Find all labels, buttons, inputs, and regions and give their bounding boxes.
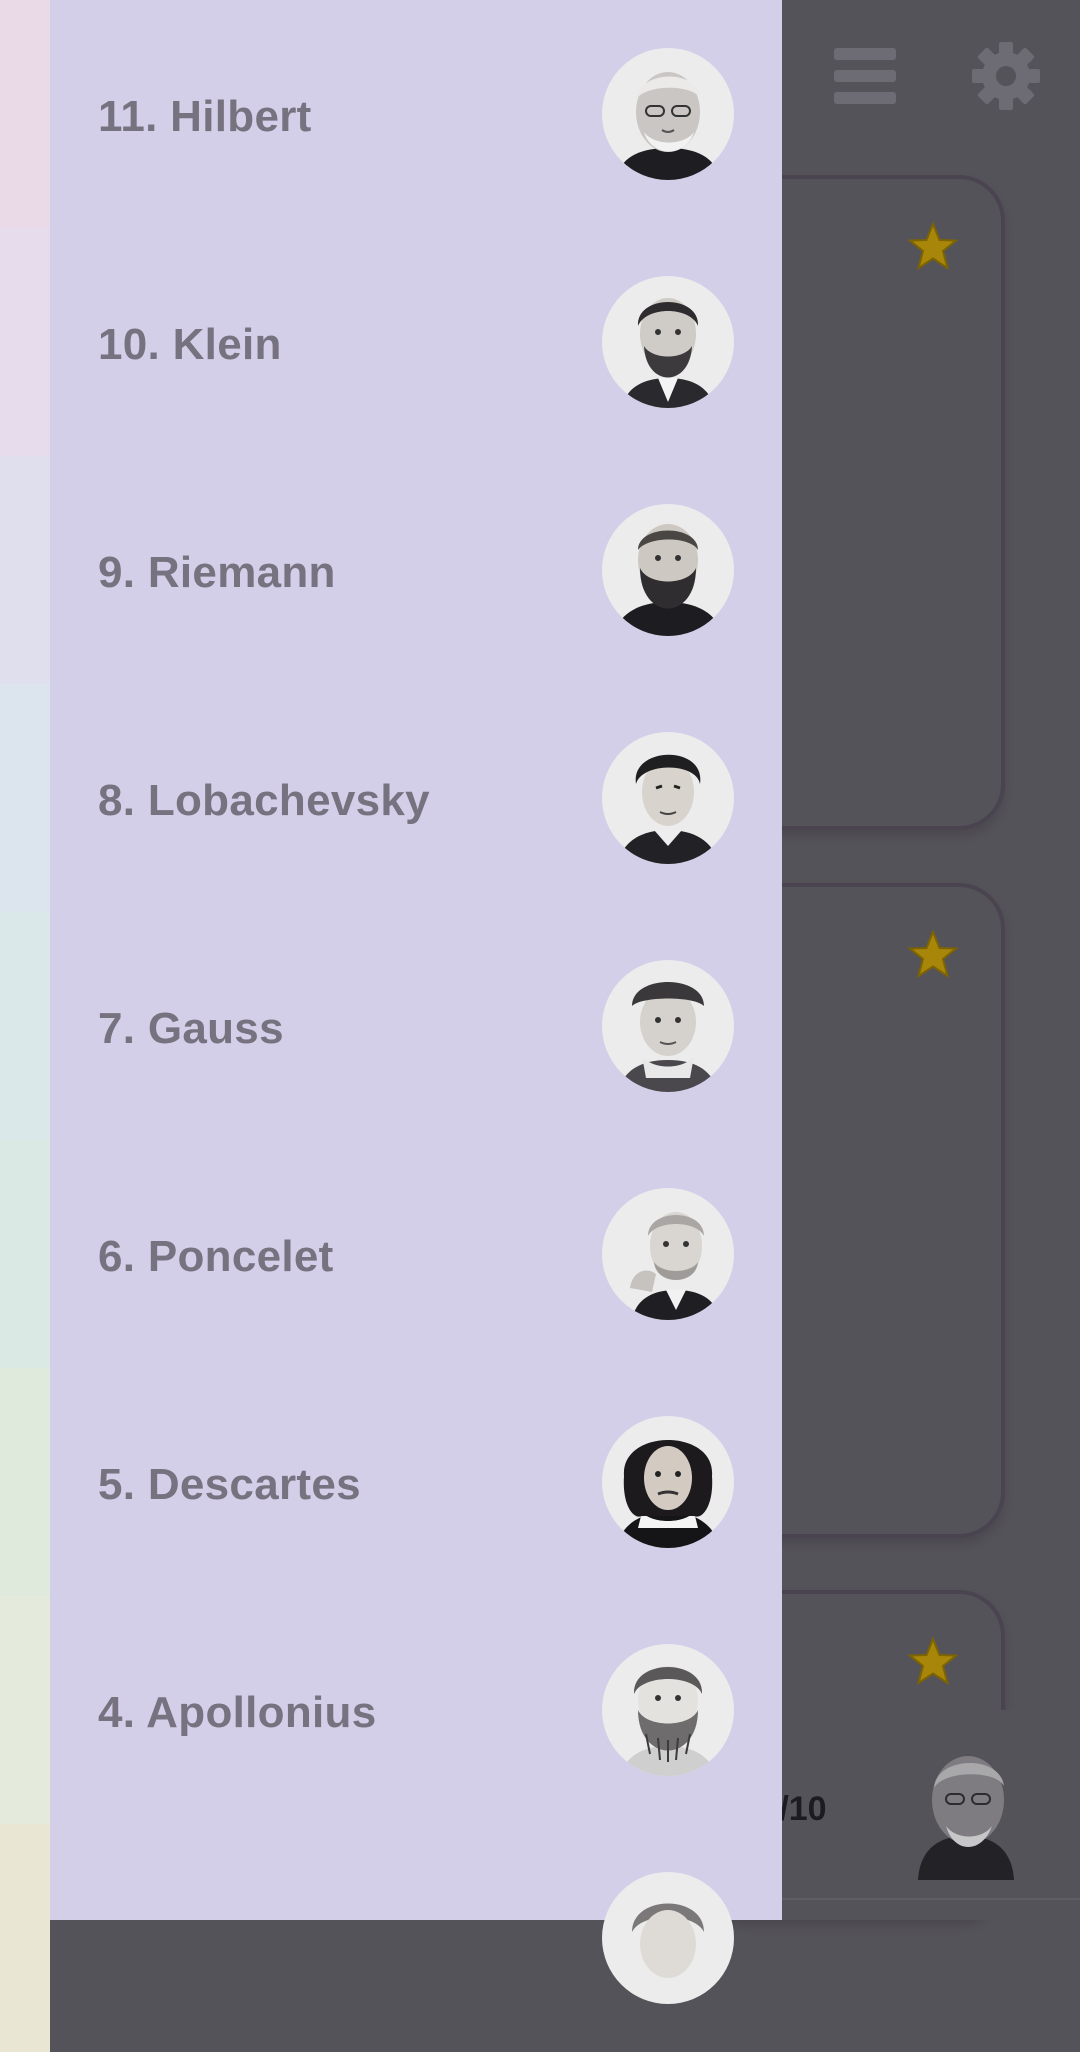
- descartes-portrait-icon: [602, 1416, 734, 1548]
- drawer-item-label: 6. Poncelet: [98, 1232, 334, 1281]
- drawer-item-label: 7. Gauss: [98, 1004, 284, 1053]
- hilbert-portrait-icon: [602, 48, 734, 180]
- color-strip-segment: [0, 1140, 50, 1368]
- drawer-item-riemann[interactable]: 9. Riemann: [50, 456, 782, 684]
- gauss-portrait-icon: [602, 960, 734, 1092]
- drawer-item-label: 5. Descartes: [98, 1460, 361, 1509]
- mathematician-avatar-icon: [910, 1740, 1022, 1880]
- drawer-item-poncelet[interactable]: 6. Poncelet: [50, 1140, 782, 1368]
- color-strip-segment: [0, 228, 50, 456]
- drawer-item-apollonius[interactable]: 4. Apollonius: [50, 1596, 782, 1824]
- drawer-item-gauss[interactable]: 7. Gauss: [50, 912, 782, 1140]
- drawer-item-label: 11. Hilbert: [98, 92, 312, 141]
- star-icon: [907, 1636, 959, 1686]
- navigation-drawer[interactable]: 11. Hilbert 10. Klein 9. Riemann 8. Loba…: [50, 0, 782, 2004]
- drawer-item-label: 4. Apollonius: [98, 1688, 377, 1737]
- color-strip-segment: [0, 1824, 50, 2052]
- klein-portrait-icon: [602, 276, 734, 408]
- drawer-item-label: 8. Lobachevsky: [98, 776, 430, 825]
- level-color-strip: [0, 0, 50, 2052]
- lobachevsky-portrait-icon: [602, 732, 734, 864]
- divider: [760, 1898, 1080, 1900]
- color-strip-segment: [0, 1368, 50, 1596]
- poncelet-portrait-icon: [602, 1188, 734, 1320]
- drawer-item-partial[interactable]: [50, 1824, 782, 2052]
- color-strip-segment: [0, 684, 50, 912]
- partial-portrait-icon: [602, 1872, 734, 2004]
- drawer-item-hilbert[interactable]: 11. Hilbert: [50, 0, 782, 228]
- riemann-portrait-icon: [602, 504, 734, 636]
- drawer-item-label: 9. Riemann: [98, 548, 336, 597]
- color-strip-segment: [0, 912, 50, 1140]
- drawer-item-lobachevsky[interactable]: 8. Lobachevsky: [50, 684, 782, 912]
- star-icon: [907, 221, 959, 271]
- menu-icon[interactable]: [830, 40, 902, 112]
- apollonius-portrait-icon: [602, 1644, 734, 1776]
- drawer-item-descartes[interactable]: 5. Descartes: [50, 1368, 782, 1596]
- drawer-item-klein[interactable]: 10. Klein: [50, 228, 782, 456]
- gear-icon[interactable]: [970, 40, 1042, 112]
- color-strip-segment: [0, 456, 50, 684]
- star-icon: [907, 929, 959, 979]
- color-strip-segment: [0, 1596, 50, 1824]
- drawer-item-label: 10. Klein: [98, 320, 282, 369]
- color-strip-segment: [0, 0, 50, 228]
